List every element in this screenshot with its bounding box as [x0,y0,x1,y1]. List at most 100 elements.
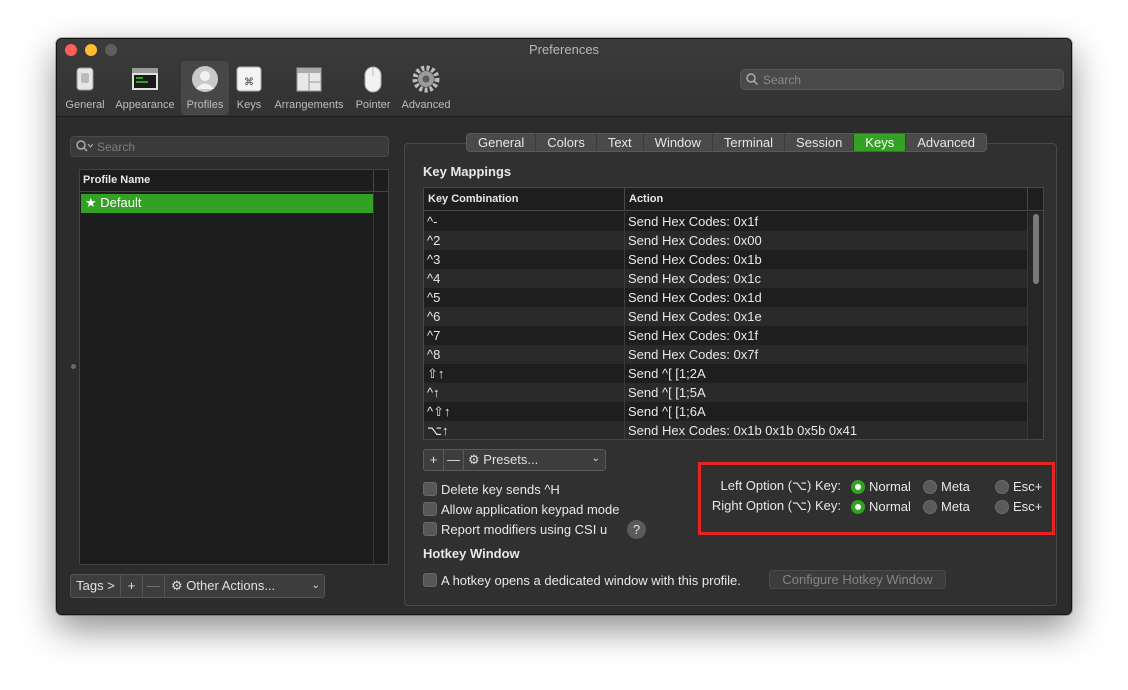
scrollbar-thumb[interactable] [1033,214,1039,284]
key-cell: ^↑ [427,385,440,400]
hotkey-checkbox[interactable] [423,573,437,587]
remove-mapping-button[interactable]: — [444,450,464,470]
preferences-search-field[interactable] [740,69,1064,90]
key-cell: ^⇧↑ [427,404,451,419]
profile-search-field[interactable] [70,136,389,157]
help-button[interactable]: ? [627,520,646,539]
key-cell: ^- [427,214,438,229]
appearance-window-icon [132,68,158,90]
cell-divider [624,288,625,307]
presets-label: Presets... [483,452,539,467]
toolbar-advanced[interactable]: Advanced [399,61,453,115]
header-corner [1027,188,1043,211]
report-modifiers-option[interactable]: Report modifiers using CSI u [423,520,607,538]
cell-divider [624,250,625,269]
cell-divider [624,269,625,288]
hotkey-option[interactable]: A hotkey opens a dedicated window with t… [423,571,741,589]
add-profile-button[interactable]: + [121,575,143,597]
tab-session[interactable]: Session [785,134,855,151]
profile-list-header-corner [373,170,388,192]
tab-window[interactable]: Window [644,134,713,151]
key-mappings-controls: + — ⚙ Presets... ⌄ [423,449,606,471]
table-row[interactable]: ^⇧↑ Send ^[ [1;6A [424,402,1027,421]
tab-text[interactable]: Text [597,134,644,151]
hotkey-label: A hotkey opens a dedicated window with t… [441,572,741,588]
table-row[interactable]: ^4 Send Hex Codes: 0x1c [424,269,1027,288]
table-row[interactable]: ^6 Send Hex Codes: 0x1e [424,307,1027,326]
left-option-label: Left Option (⌥) Key: [720,478,841,493]
right-option-key-row: Right Option (⌥) Key: Normal Meta Esc+ [701,498,1052,516]
tab-terminal[interactable]: Terminal [713,134,786,151]
action-cell: Send Hex Codes: 0x00 [628,233,762,248]
tab-keys[interactable]: Keys [854,134,907,151]
configure-hotkey-window-button[interactable]: Configure Hotkey Window [769,570,946,589]
table-row[interactable]: ^- Send Hex Codes: 0x1f [424,212,1027,231]
remove-profile-button[interactable]: — [143,575,165,597]
toolbar-keys-label: Keys [236,99,262,111]
toolbar-general-label: General [65,99,105,111]
toolbar-profiles[interactable]: Profiles [181,61,229,115]
action-cell: Send Hex Codes: 0x1b 0x1b 0x5b 0x41 [628,423,858,438]
table-row[interactable]: ⌥↑ Send Hex Codes: 0x1b 0x1b 0x5b 0x41 [424,421,1027,439]
cell-divider [624,402,625,421]
cell-divider [624,307,625,326]
key-combination-column-header[interactable]: Key Combination [428,193,518,205]
keypad-mode-checkbox[interactable] [423,502,437,516]
profile-name-column-header: Profile Name [83,174,151,186]
left-meta-radio[interactable] [923,480,937,494]
preferences-search-input[interactable] [763,70,1053,89]
toolbar-appearance[interactable]: Appearance [112,61,178,115]
action-column-header[interactable]: Action [629,193,663,205]
tab-colors[interactable]: Colors [536,134,597,151]
table-row[interactable]: ^↑ Send ^[ [1;5A [424,383,1027,402]
table-row[interactable]: ^7 Send Hex Codes: 0x1f [424,326,1027,345]
right-normal-radio[interactable] [851,500,865,514]
profile-row-default[interactable]: ★ Default [81,194,373,213]
action-cell: Send Hex Codes: 0x1c [628,271,761,286]
toolbar-arrangements[interactable]: Arrangements [271,61,347,115]
right-esc-radio[interactable] [995,500,1009,514]
presets-dropdown[interactable]: ⚙ Presets... ⌄ [464,450,605,470]
title-bar: Preferences General Appearance Profiles … [57,39,1071,117]
key-cell: ^6 [427,309,441,324]
key-cell: ^7 [427,328,441,343]
tags-button[interactable]: Tags > [71,575,121,597]
action-cell: Send ^[ [1;5A [628,385,706,400]
profile-list-header[interactable]: Profile Name [80,170,388,192]
profile-list-scrollbar[interactable] [373,192,388,564]
preferences-window: Preferences General Appearance Profiles … [56,38,1072,615]
profile-footer-bar: Tags > + — ⚙ Other Actions... ⌄ [70,574,325,598]
table-row[interactable]: ^2 Send Hex Codes: 0x00 [424,231,1027,250]
split-view-handle[interactable] [71,364,76,369]
keypad-mode-option[interactable]: Allow application keypad mode [423,500,620,518]
report-modifiers-checkbox[interactable] [423,522,437,536]
table-row[interactable]: ^8 Send Hex Codes: 0x7f [424,345,1027,364]
right-esc-label: Esc+ [1013,499,1043,514]
action-cell: Send ^[ [1;2A [628,366,706,381]
delete-key-option[interactable]: Delete key sends ^H [423,480,560,498]
delete-key-label: Delete key sends ^H [441,481,560,497]
toolbar-pointer[interactable]: Pointer [352,61,394,115]
action-cell: Send Hex Codes: 0x1b [628,252,762,267]
table-row[interactable]: ^5 Send Hex Codes: 0x1d [424,288,1027,307]
toolbar-general[interactable]: General [62,61,108,115]
profile-search-input[interactable] [97,137,382,156]
key-mappings-scrollbar[interactable] [1027,212,1043,439]
left-esc-label: Esc+ [1013,479,1043,494]
toolbar-keys[interactable]: ⌘ Keys [232,61,266,115]
svg-text:⌘: ⌘ [244,77,254,88]
table-row[interactable]: ^3 Send Hex Codes: 0x1b [424,250,1027,269]
other-actions-dropdown[interactable]: ⚙ Other Actions... ⌄ [165,575,325,597]
key-mappings-header: Key Combination Action [424,188,1043,211]
add-mapping-button[interactable]: + [424,450,444,470]
delete-key-checkbox[interactable] [423,482,437,496]
tab-general[interactable]: General [467,134,537,151]
profile-tabs: General Colors Text Window Terminal Sess… [466,133,988,152]
tab-advanced[interactable]: Advanced [906,134,986,151]
search-icon [746,73,759,86]
right-meta-radio[interactable] [923,500,937,514]
table-row[interactable]: ⇧↑ Send ^[ [1;2A [424,364,1027,383]
left-normal-radio[interactable] [851,480,865,494]
left-esc-radio[interactable] [995,480,1009,494]
left-meta-label: Meta [941,479,970,494]
